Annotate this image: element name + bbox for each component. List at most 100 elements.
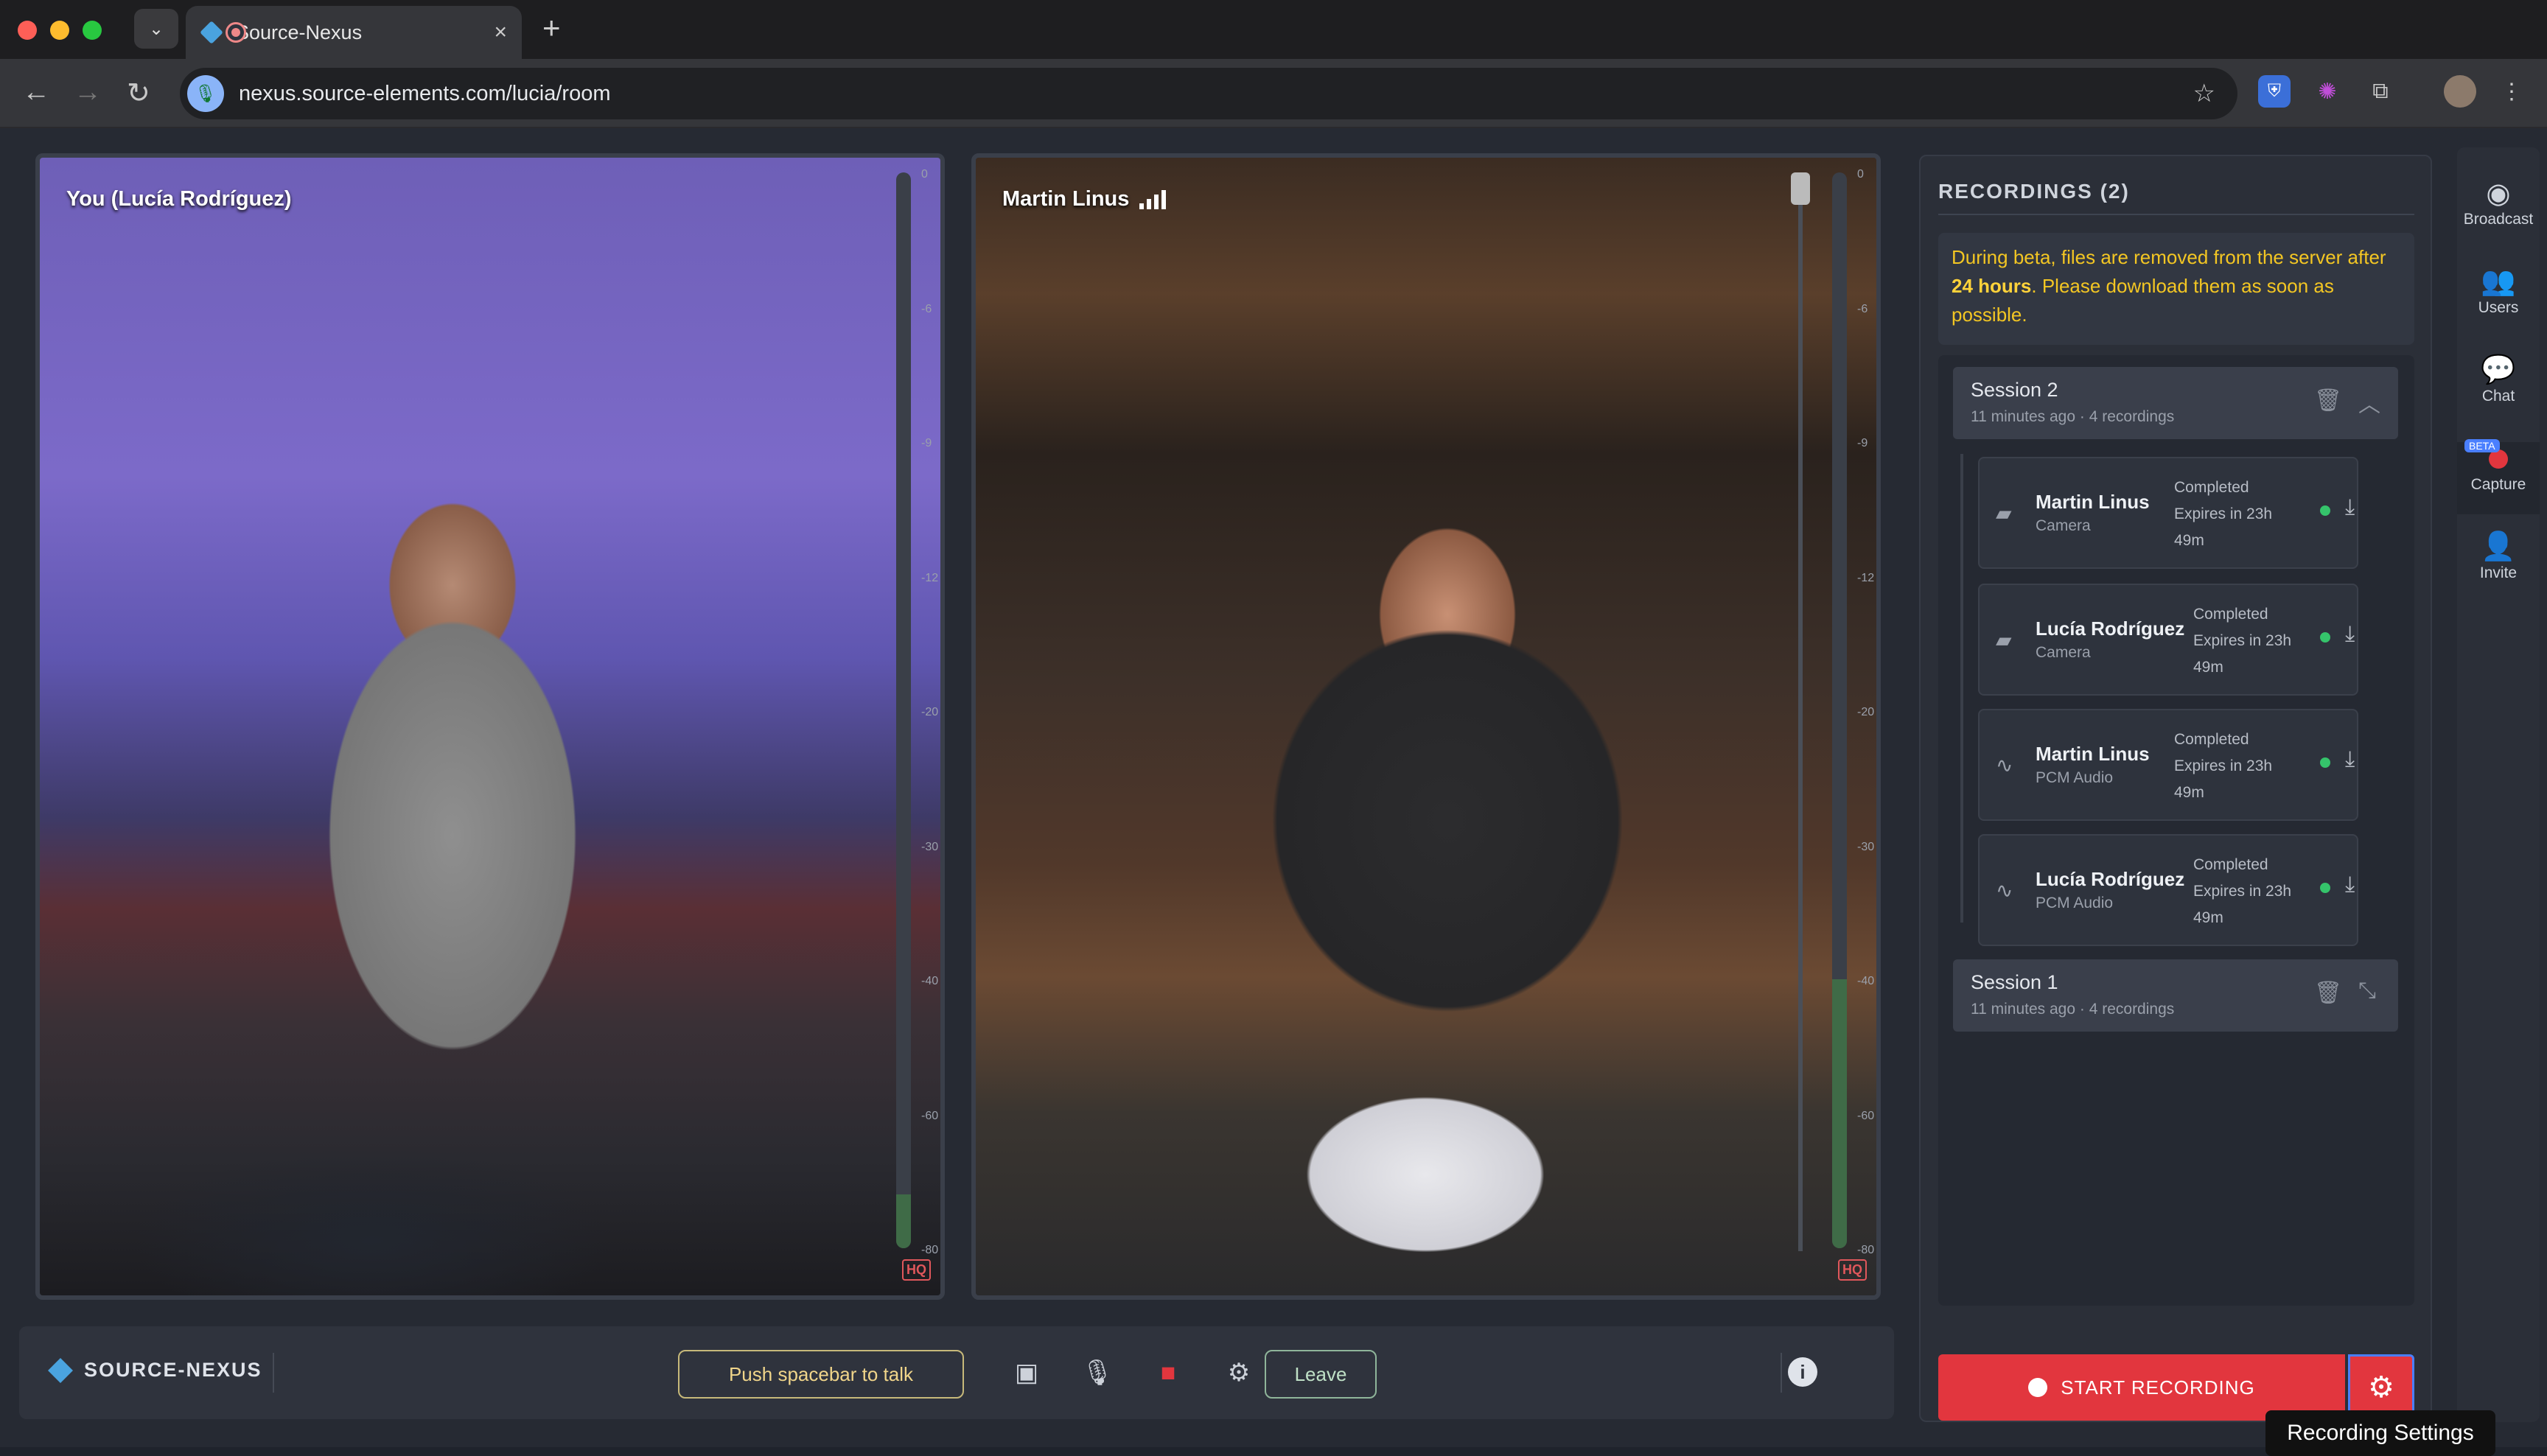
url-text[interactable]: nexus.source-elements.com/lucia/room: [239, 82, 610, 106]
waveform-icon: ∿: [1996, 754, 2013, 777]
meter-scale-label: -80: [921, 1244, 939, 1256]
brand-name: SOURCE-NEXUS: [84, 1359, 262, 1381]
sidebar-item-label: Users: [2478, 299, 2519, 316]
download-icon[interactable]: ⤓: [2345, 872, 2355, 897]
sidebar-item-invite[interactable]: 👤 Invite: [2457, 531, 2540, 582]
new-tab-button[interactable]: +: [542, 10, 561, 46]
status-text: Completed: [2174, 479, 2249, 496]
session-meta: 11 minutes ago · 4 recordings: [1971, 408, 2175, 425]
expires-text-2: 49m: [2193, 909, 2223, 926]
tab-close-icon[interactable]: ×: [494, 20, 507, 45]
bookmark-star-icon[interactable]: ☆: [2193, 79, 2215, 108]
trash-icon[interactable]: 🗑: [2314, 980, 2342, 1006]
volume-slider-track[interactable]: [1798, 205, 1803, 1251]
connection-signal-icon: [1139, 189, 1167, 209]
minimize-window-button[interactable]: [50, 21, 69, 40]
remote-hq-badge: HQ: [1838, 1259, 1867, 1281]
settings-gear-icon: ⚙: [2368, 1371, 2394, 1404]
meter-scale-label: 0: [1857, 168, 1864, 181]
download-icon[interactable]: ⤓: [2345, 747, 2355, 772]
session-header[interactable]: Session 2 11 minutes ago · 4 recordings …: [1953, 367, 2398, 439]
recording-participant: Lucía Rodríguez: [2036, 617, 2185, 640]
session-header[interactable]: Session 1 11 minutes ago · 4 recordings …: [1953, 959, 2398, 1032]
bitwarden-extension-icon[interactable]: ⛨: [2258, 75, 2291, 108]
maximize-window-button[interactable]: [83, 21, 102, 40]
recording-status: Completed Expires in 23h 49m: [2193, 852, 2291, 931]
recording-status: Completed Expires in 23h 49m: [2174, 727, 2272, 806]
meter-scale-label: -60: [1857, 1109, 1875, 1122]
sidebar-item-label: Broadcast: [2463, 211, 2534, 228]
expires-text: Expires in 23h: [2193, 883, 2292, 900]
download-icon[interactable]: ⤓: [2345, 495, 2355, 520]
recording-status: Completed Expires in 23h 49m: [2174, 475, 2272, 554]
recording-type: PCM Audio: [2036, 769, 2114, 786]
meter-scale-label: 0: [921, 168, 928, 181]
camera-icon: ▰: [1996, 629, 2012, 651]
push-to-talk-button[interactable]: Push spacebar to talk: [678, 1350, 964, 1399]
expires-text-2: 49m: [2174, 784, 2204, 801]
status-text: Completed: [2174, 731, 2249, 748]
expires-text: Expires in 23h: [2174, 757, 2273, 774]
notice-text: During beta, files are removed from the …: [1952, 246, 2386, 268]
remote-audio-meter: [1832, 172, 1847, 1248]
browser-tab[interactable]: Source-Nexus ×: [186, 6, 522, 59]
volume-slider-handle[interactable]: [1791, 172, 1810, 205]
recording-type: Camera: [2036, 644, 2091, 661]
sidebar-item-users[interactable]: 👥 Users: [2457, 265, 2540, 317]
local-audio-meter: [896, 172, 911, 1248]
tab-search-button[interactable]: ⌄: [134, 9, 178, 49]
nexus-room-page: You (Lucía Rodríguez) 0 -6 -9 -12 -20 -30 -40 -…: [0, 128, 2547, 1456]
session-meta: 11 minutes ago · 4 recordings: [1971, 1001, 2175, 1018]
recording-indicator-icon: [226, 22, 246, 43]
recording-participant: Martin Linus: [2036, 743, 2150, 765]
leave-button[interactable]: Leave: [1265, 1350, 1377, 1399]
microphone-icon[interactable]: 🎙: [1079, 1354, 1116, 1391]
expand-icon[interactable]: ⤡: [2358, 979, 2376, 1004]
profile-avatar[interactable]: [2444, 75, 2476, 108]
meter-scale-label: -30: [921, 840, 939, 853]
meter-scale-label: -60: [921, 1109, 939, 1122]
remote-video-feed: [976, 158, 1876, 1295]
meter-scale-label: -6: [1857, 302, 1868, 315]
extensions-puzzle-icon[interactable]: ⧉: [2364, 75, 2397, 108]
info-icon[interactable]: i: [1788, 1357, 1817, 1387]
recording-status: Completed Expires in 23h 49m: [2193, 601, 2291, 681]
extension-icon[interactable]: ✺: [2311, 75, 2344, 108]
trash-icon[interactable]: 🗑: [2314, 388, 2342, 413]
expires-text: Expires in 23h: [2193, 632, 2292, 649]
status-text: Completed: [2193, 856, 2268, 873]
presenter-view-icon[interactable]: ▣: [1008, 1354, 1045, 1391]
status-dot: [2320, 883, 2330, 893]
sidebar-item-label: Invite: [2479, 564, 2518, 581]
browser-menu-icon[interactable]: ⋮: [2495, 75, 2528, 108]
sidebar-item-broadcast[interactable]: ◉ Broadcast: [2457, 177, 2540, 228]
remote-participant-label: Martin Linus: [1002, 187, 1167, 211]
back-arrow-icon[interactable]: ←: [22, 77, 50, 108]
status-dot: [2320, 505, 2330, 516]
expires-text: Expires in 23h: [2174, 505, 2273, 522]
close-window-button[interactable]: [18, 21, 37, 40]
sidebar-item-chat[interactable]: 💬 Chat: [2457, 354, 2540, 405]
microphone-permission-icon[interactable]: 🎙: [187, 75, 224, 112]
chat-icon: 💬: [2481, 354, 2516, 385]
reload-icon[interactable]: ↻: [127, 77, 150, 110]
call-control-bar: SOURCE-NEXUS Push spacebar to talk ▣ 🎙 ■…: [19, 1326, 1894, 1419]
expires-text-2: 49m: [2193, 659, 2223, 676]
meter-scale-label: -20: [921, 706, 939, 718]
local-video-feed: [40, 158, 940, 1295]
settings-gear-icon[interactable]: ⚙: [1220, 1354, 1257, 1391]
local-video-tile: You (Lucía Rodríguez) 0 -6 -9 -12 -20 -30 -40 -…: [35, 153, 945, 1300]
sidebar-item-capture[interactable]: BETA Capture: [2457, 439, 2540, 514]
address-bar[interactable]: 🎙 nexus.source-elements.com/lucia/room ☆: [180, 68, 2237, 119]
remote-video-tile: Martin Linus 0 -6 -9 -12 -20 -30 -40 -60 -80 HQ: [971, 153, 1881, 1300]
download-icon[interactable]: ⤓: [2345, 622, 2355, 647]
sessions-list: Session 2 11 minutes ago · 4 recordings …: [1938, 355, 2414, 1306]
meter-scale-label: -30: [1857, 840, 1875, 853]
chevron-up-icon[interactable]: ︿: [2358, 386, 2380, 419]
forward-arrow-icon[interactable]: →: [74, 77, 102, 108]
recordings-title: RECORDINGS (2): [1938, 180, 2130, 203]
camera-off-icon[interactable]: ■: [1150, 1354, 1187, 1391]
status-dot: [2320, 757, 2330, 768]
meter-scale-label: -12: [921, 571, 939, 584]
meter-scale-label: -80: [1857, 1244, 1875, 1256]
